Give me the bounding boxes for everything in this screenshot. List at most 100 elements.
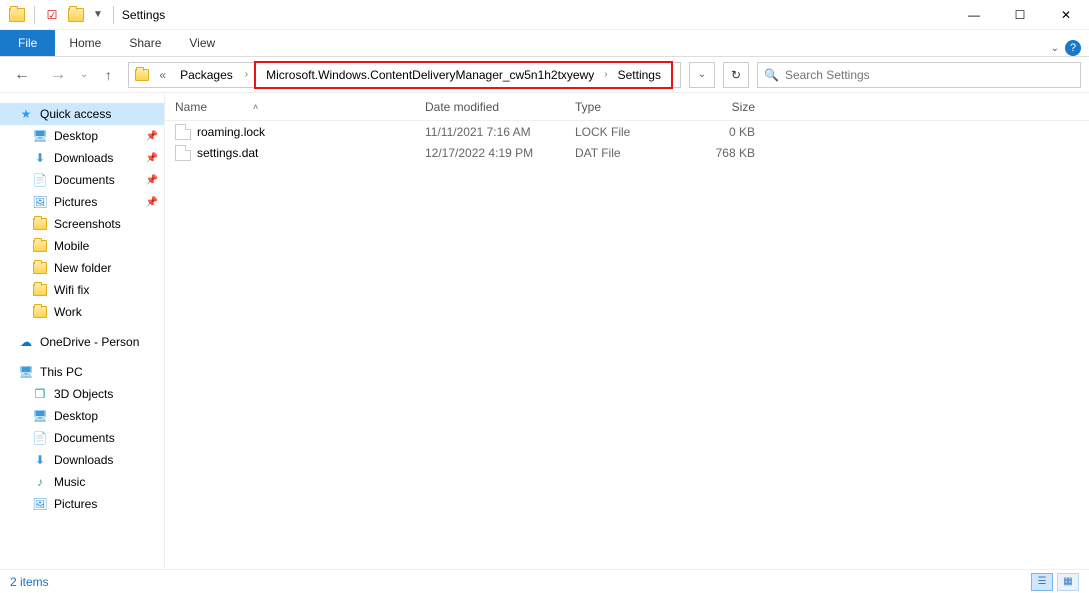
nav-forward-button[interactable]: → bbox=[44, 61, 72, 89]
sidebar-item-label: Mobile bbox=[54, 239, 89, 253]
status-item-count: 2 items bbox=[10, 575, 49, 589]
music-icon: ♪ bbox=[32, 474, 48, 490]
pin-icon: 📌 bbox=[146, 175, 158, 186]
qat-newfolder-icon[interactable] bbox=[65, 4, 87, 26]
column-type[interactable]: Type bbox=[575, 100, 685, 114]
window-buttons: — ☐ ✕ bbox=[951, 0, 1089, 30]
sidebar-item-desktop[interactable]: 🖥 Desktop 📌 bbox=[0, 125, 164, 147]
file-name: roaming.lock bbox=[197, 125, 265, 139]
sidebar-item-this-pc[interactable]: 🖥 This PC bbox=[0, 361, 164, 383]
sidebar-item-desktop-pc[interactable]: 🖥 Desktop bbox=[0, 405, 164, 427]
file-row[interactable]: settings.dat 12/17/2022 4:19 PM DAT File… bbox=[165, 142, 1089, 163]
sidebar-item-downloads[interactable]: ⬇ Downloads 📌 bbox=[0, 147, 164, 169]
sidebar-item-label: New folder bbox=[54, 261, 111, 275]
sidebar-item-label: Documents bbox=[54, 431, 115, 445]
sidebar-item-3d-objects[interactable]: ❒ 3D Objects bbox=[0, 383, 164, 405]
ribbon-collapse-icon[interactable]: ⌄ bbox=[1051, 43, 1059, 54]
folder-icon bbox=[32, 260, 48, 276]
sidebar-item-pictures-pc[interactable]: 🖼 Pictures bbox=[0, 493, 164, 515]
minimize-button[interactable]: — bbox=[951, 0, 997, 30]
address-bar[interactable]: « Packages › Microsoft.Windows.ContentDe… bbox=[128, 62, 681, 88]
folder-icon bbox=[32, 304, 48, 320]
nav-back-button[interactable]: ← bbox=[8, 61, 36, 89]
address-dropdown-button[interactable]: ⌄ bbox=[689, 62, 715, 88]
file-date: 11/11/2021 7:16 AM bbox=[425, 125, 575, 139]
sidebar-item-downloads-pc[interactable]: ⬇ Downloads bbox=[0, 449, 164, 471]
ribbon-right: ⌄ ? bbox=[1051, 40, 1089, 56]
cube-icon: ❒ bbox=[32, 386, 48, 402]
documents-icon: 📄 bbox=[32, 172, 48, 188]
view-icons-button[interactable]: ▦ bbox=[1057, 573, 1079, 591]
sidebar-item-label: 3D Objects bbox=[54, 387, 113, 401]
download-icon: ⬇ bbox=[32, 452, 48, 468]
address-caret-icon[interactable]: › bbox=[600, 69, 611, 80]
tab-home[interactable]: Home bbox=[55, 30, 115, 56]
sidebar-item-mobile[interactable]: Mobile bbox=[0, 235, 164, 257]
ribbon-tabs: File Home Share View ⌄ ? bbox=[0, 30, 1089, 57]
sidebar-item-label: Pictures bbox=[54, 195, 97, 209]
file-name: settings.dat bbox=[197, 146, 258, 160]
nav-up-button[interactable]: ↑ bbox=[96, 67, 120, 83]
search-icon: 🔍 bbox=[764, 68, 779, 82]
address-seg-settings[interactable]: Settings bbox=[612, 68, 667, 82]
sidebar-item-documents[interactable]: 📄 Documents 📌 bbox=[0, 169, 164, 191]
pictures-icon: 🖼 bbox=[32, 194, 48, 210]
help-icon[interactable]: ? bbox=[1065, 40, 1081, 56]
column-name-label: Name bbox=[175, 100, 207, 114]
view-buttons: ☰ ▦ bbox=[1031, 573, 1079, 591]
sidebar-item-onedrive[interactable]: ☁ OneDrive - Person bbox=[0, 331, 164, 353]
sidebar-item-wifi-fix[interactable]: Wifi fix bbox=[0, 279, 164, 301]
navigation-pane[interactable]: ★ Quick access 🖥 Desktop 📌 ⬇ Downloads 📌… bbox=[0, 93, 165, 569]
sidebar-item-label: Wifi fix bbox=[54, 283, 89, 297]
qat-folder-icon[interactable] bbox=[6, 4, 28, 26]
star-icon: ★ bbox=[18, 106, 34, 122]
file-icon bbox=[175, 124, 191, 140]
monitor-icon: 🖥 bbox=[18, 364, 34, 380]
address-caret-icon[interactable]: › bbox=[241, 69, 252, 80]
sort-ascending-icon: ˄ bbox=[253, 102, 258, 112]
qat-customize-caret-icon[interactable]: ▼ bbox=[89, 9, 107, 20]
pin-icon: 📌 bbox=[146, 131, 158, 142]
cloud-icon: ☁ bbox=[18, 334, 34, 350]
pin-icon: 📌 bbox=[146, 153, 158, 164]
address-seg-app[interactable]: Microsoft.Windows.ContentDeliveryManager… bbox=[260, 68, 600, 82]
sidebar-item-work[interactable]: Work bbox=[0, 301, 164, 323]
documents-icon: 📄 bbox=[32, 430, 48, 446]
status-bar: 2 items ☰ ▦ bbox=[0, 569, 1089, 593]
folder-icon bbox=[32, 238, 48, 254]
column-date[interactable]: Date modified bbox=[425, 100, 575, 114]
address-seg-packages[interactable]: Packages bbox=[174, 68, 239, 82]
sidebar-item-pictures[interactable]: 🖼 Pictures 📌 bbox=[0, 191, 164, 213]
tab-share[interactable]: Share bbox=[115, 30, 175, 56]
maximize-button[interactable]: ☐ bbox=[997, 0, 1043, 30]
sidebar-item-quick-access[interactable]: ★ Quick access bbox=[0, 103, 164, 125]
sidebar-item-label: This PC bbox=[40, 365, 83, 379]
nav-history-caret-icon[interactable]: ⌄ bbox=[80, 69, 88, 80]
sidebar-item-label: Quick access bbox=[40, 107, 111, 121]
refresh-button[interactable]: ↻ bbox=[723, 62, 749, 88]
sidebar-item-music[interactable]: ♪ Music bbox=[0, 471, 164, 493]
separator bbox=[34, 6, 35, 24]
file-size: 0 KB bbox=[685, 125, 765, 139]
sidebar-item-screenshots[interactable]: Screenshots bbox=[0, 213, 164, 235]
download-icon: ⬇ bbox=[32, 150, 48, 166]
file-row[interactable]: roaming.lock 11/11/2021 7:16 AM LOCK Fil… bbox=[165, 121, 1089, 142]
main-area: ★ Quick access 🖥 Desktop 📌 ⬇ Downloads 📌… bbox=[0, 93, 1089, 569]
sidebar-item-new-folder[interactable]: New folder bbox=[0, 257, 164, 279]
folder-icon bbox=[32, 282, 48, 298]
view-details-button[interactable]: ☰ bbox=[1031, 573, 1053, 591]
search-box[interactable]: 🔍 bbox=[757, 62, 1081, 88]
tab-file[interactable]: File bbox=[0, 30, 55, 56]
tab-view[interactable]: View bbox=[175, 30, 229, 56]
sidebar-item-documents-pc[interactable]: 📄 Documents bbox=[0, 427, 164, 449]
pictures-icon: 🖼 bbox=[32, 496, 48, 512]
search-input[interactable] bbox=[785, 68, 1074, 82]
qat-properties-icon[interactable]: ☑ bbox=[41, 4, 63, 26]
file-type: LOCK File bbox=[575, 125, 685, 139]
column-size[interactable]: Size bbox=[685, 100, 765, 114]
title-bar: ☑ ▼ Settings — ☐ ✕ bbox=[0, 0, 1089, 30]
sidebar-item-label: Music bbox=[54, 475, 85, 489]
close-button[interactable]: ✕ bbox=[1043, 0, 1089, 30]
column-name[interactable]: Name ˄ bbox=[175, 100, 425, 114]
file-size: 768 KB bbox=[685, 146, 765, 160]
